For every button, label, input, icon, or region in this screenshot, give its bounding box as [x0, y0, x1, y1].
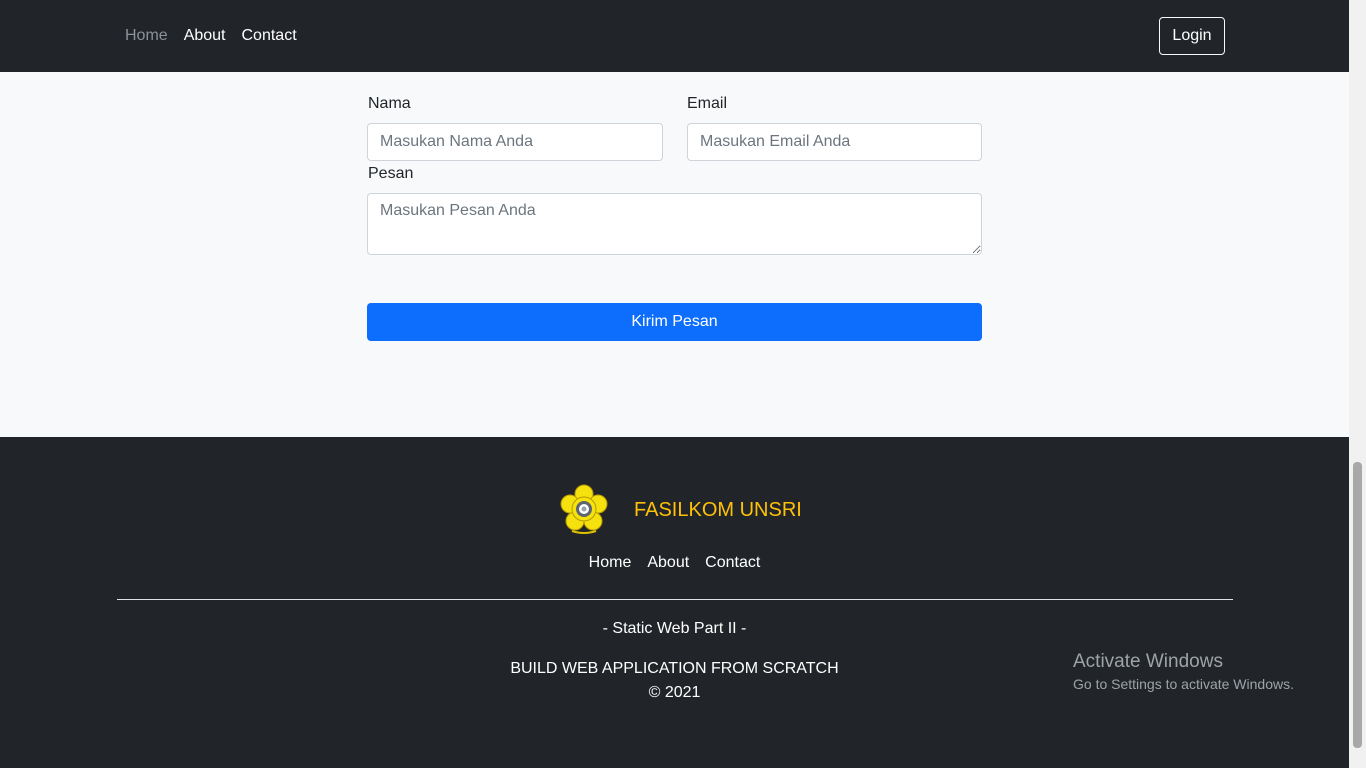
- footer-link-about[interactable]: About: [647, 554, 689, 572]
- top-navbar: Home About Contact Login: [0, 0, 1349, 72]
- footer-subtitle: - Static Web Part II -: [602, 620, 747, 637]
- message-label: Pesan: [368, 165, 414, 182]
- scrollbar-thumb[interactable]: [1353, 462, 1362, 748]
- send-message-button[interactable]: Kirim Pesan: [367, 303, 982, 341]
- footer-divider: [117, 599, 1233, 600]
- footer-brand-name: FASILKOM UNSRI: [634, 498, 802, 521]
- footer-link-home[interactable]: Home: [589, 554, 632, 572]
- nav-link-home[interactable]: Home: [125, 28, 168, 44]
- footer-links: Home About Contact: [0, 554, 1349, 572]
- activate-windows-watermark: Activate Windows Go to Settings to activ…: [1073, 651, 1294, 692]
- vertical-scrollbar[interactable]: [1349, 0, 1366, 768]
- email-label: Email: [687, 95, 728, 112]
- email-input[interactable]: [687, 123, 982, 161]
- name-label: Nama: [368, 95, 411, 112]
- nav-link-about[interactable]: About: [184, 28, 226, 44]
- watermark-title: Activate Windows: [1073, 651, 1223, 672]
- message-textarea[interactable]: [367, 193, 982, 255]
- watermark-subtitle: Go to Settings to activate Windows.: [1073, 676, 1294, 692]
- name-input[interactable]: [367, 123, 663, 161]
- nav-link-contact[interactable]: Contact: [242, 28, 297, 44]
- footer-link-contact[interactable]: Contact: [705, 554, 760, 572]
- site-footer: FASILKOM UNSRI Home About Contact - Stat…: [0, 437, 1349, 768]
- footer-brand: FASILKOM UNSRI: [560, 484, 802, 536]
- university-emblem-icon: [560, 484, 608, 534]
- login-button[interactable]: Login: [1159, 17, 1225, 55]
- nav-links: Home About Contact: [125, 0, 297, 72]
- contact-form-section: Nama Email Pesan Kirim Pesan: [0, 72, 1349, 437]
